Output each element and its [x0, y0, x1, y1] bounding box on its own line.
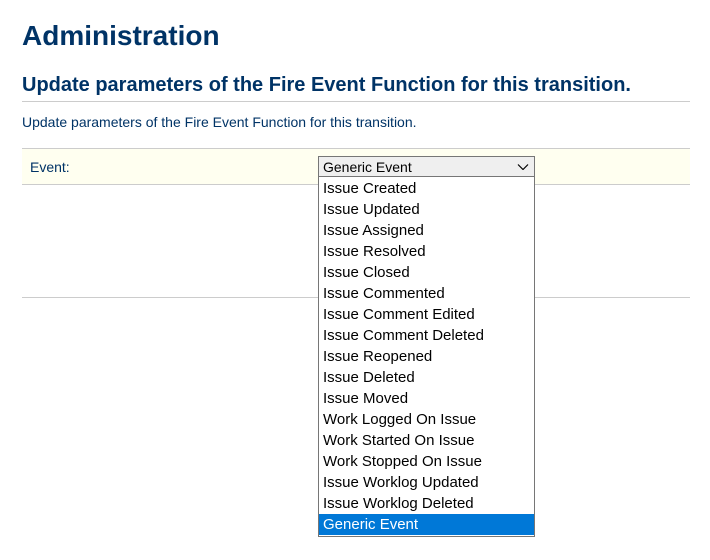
event-option[interactable]: Issue Comment Deleted [319, 325, 534, 346]
event-option[interactable]: Issue Created [319, 178, 534, 199]
event-option[interactable]: Issue Commented [319, 283, 534, 304]
event-form-row: Event: Generic Event Issue CreatedIssue … [22, 148, 690, 185]
event-select[interactable]: Generic Event [318, 156, 535, 177]
event-option[interactable]: Issue Updated [319, 199, 534, 220]
event-option[interactable]: Issue Assigned [319, 220, 534, 241]
event-option[interactable]: Issue Worklog Deleted [319, 493, 534, 514]
page-title: Administration [22, 20, 690, 52]
event-label: Event: [30, 159, 318, 175]
event-option[interactable]: Issue Worklog Updated [319, 472, 534, 493]
description-text: Update parameters of the Fire Event Func… [22, 114, 690, 130]
event-option[interactable]: Work Started On Issue [319, 430, 534, 451]
event-option[interactable]: Issue Moved [319, 388, 534, 409]
event-option[interactable]: Issue Reopened [319, 346, 534, 367]
chevron-down-icon [517, 164, 529, 170]
event-option[interactable]: Work Logged On Issue [319, 409, 534, 430]
event-select-wrapper: Generic Event Issue CreatedIssue Updated… [318, 156, 535, 177]
event-option[interactable]: Issue Resolved [319, 241, 534, 262]
event-option[interactable]: Issue Comment Edited [319, 304, 534, 325]
event-option[interactable]: Work Stopped On Issue [319, 451, 534, 472]
event-option[interactable]: Generic Event [319, 514, 534, 535]
form-container: Event: Generic Event Issue CreatedIssue … [22, 148, 690, 298]
event-dropdown-list: Issue CreatedIssue UpdatedIssue Assigned… [318, 177, 535, 537]
section-title: Update parameters of the Fire Event Func… [22, 74, 690, 102]
event-select-value: Generic Event [323, 159, 412, 175]
event-option[interactable]: Issue Closed [319, 262, 534, 283]
event-option[interactable]: Issue Deleted [319, 367, 534, 388]
